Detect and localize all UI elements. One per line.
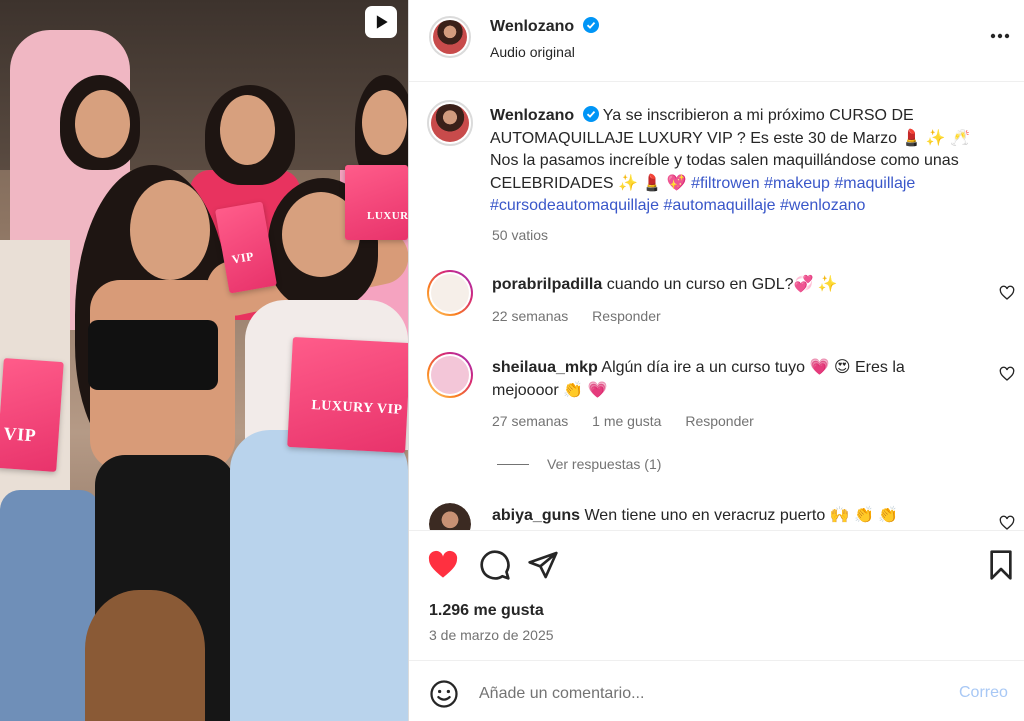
certificate-4: VIP: [0, 358, 64, 472]
face-3: [362, 90, 407, 155]
hashtag-link[interactable]: #wenlozano: [780, 197, 865, 214]
face-main: [130, 180, 210, 280]
hashtag-link[interactable]: #cursodeautomaquillaje: [490, 197, 659, 214]
author-avatar[interactable]: [429, 16, 471, 58]
bookmark-icon[interactable]: [985, 549, 1017, 581]
comment-input[interactable]: [479, 681, 939, 707]
play-icon: [376, 15, 388, 29]
comment-likes[interactable]: 1 me gusta: [592, 413, 661, 429]
comment-text: Wen tiene uno en veracruz puerto 🙌 👏 👏: [584, 507, 899, 524]
caption-username[interactable]: Wenlozano: [490, 107, 574, 124]
certificate-1-text: LUXURY: [367, 210, 408, 222]
post-actions: 1.296 me gusta 3 de marzo de 2025: [409, 530, 1024, 660]
post-date: 3 de marzo de 2025: [429, 627, 554, 643]
hashtag-link[interactable]: #maquillaje: [834, 175, 915, 192]
author-username[interactable]: Wenlozano: [490, 18, 574, 35]
hashtag-link[interactable]: #makeup: [764, 175, 830, 192]
certificate-4-text: VIP: [2, 423, 37, 446]
comment-body: porabrilpadilla cuando un curso en GDL?💞…: [492, 273, 972, 296]
comment-avatar[interactable]: [427, 270, 473, 316]
comment-avatar[interactable]: [429, 503, 471, 530]
verified-icon: [582, 17, 599, 33]
caption-timestamp: 50 vatios: [492, 227, 549, 243]
post-caption: Wenlozano Ya se inscribieron a mi próxim…: [490, 105, 1000, 218]
comment-avatar[interactable]: [427, 352, 473, 398]
hashtag-link[interactable]: #filtrowen: [691, 175, 759, 192]
author-row: Wenlozano: [490, 17, 599, 36]
comment-meta: 27 semanas 1 me gusta Responder: [492, 413, 774, 429]
comment-time: 22 semanas: [492, 308, 569, 324]
hashtag-link[interactable]: #automaquillaje: [663, 197, 775, 214]
certificate-1: LUXURY: [345, 165, 408, 240]
replies-divider: [497, 463, 529, 465]
emoji-icon[interactable]: [429, 679, 459, 709]
certificate-3: LUXURY VIP: [287, 336, 408, 454]
comment-username[interactable]: abiya_guns: [492, 507, 580, 524]
jeans-right: [230, 430, 408, 721]
likes-count[interactable]: 1.296 me gusta: [429, 602, 544, 620]
post-header: Wenlozano Audio original: [409, 0, 1024, 82]
share-icon[interactable]: [527, 549, 559, 581]
face-2: [220, 95, 275, 165]
audio-link[interactable]: Audio original: [490, 44, 575, 60]
verified-icon: [582, 106, 599, 122]
reel-icon[interactable]: [365, 6, 397, 38]
post-media[interactable]: LUXURY VIP LUXURY VIP VIP: [0, 0, 408, 721]
heart-icon[interactable]: [999, 366, 1015, 382]
heart-icon[interactable]: [999, 515, 1015, 530]
reply-button[interactable]: Responder: [592, 308, 661, 324]
view-replies-button[interactable]: Ver respuestas (1): [497, 456, 661, 472]
comment-icon[interactable]: [479, 549, 511, 581]
boot: [85, 590, 205, 721]
comment-time: 27 semanas: [492, 413, 569, 429]
caption-avatar[interactable]: [427, 100, 473, 146]
comment-username[interactable]: porabrilpadilla: [492, 276, 602, 293]
add-comment-bar: Correo: [409, 660, 1024, 721]
comment-username[interactable]: sheilaua_mkp: [492, 359, 598, 376]
more-options-button[interactable]: [985, 24, 1015, 48]
post-panel: Wenlozano Audio original Wenlozano Ya se…: [408, 0, 1024, 721]
comment-text: cuando un curso en GDL?💞 ✨: [606, 276, 838, 293]
comment-item: abiya_guns Wen tiene uno en veracruz pue…: [409, 500, 1024, 530]
comment-body: sheilaua_mkp Algún día ire a un curso tu…: [492, 356, 972, 402]
comment-body: abiya_guns Wen tiene uno en veracruz pue…: [492, 504, 972, 527]
heart-icon[interactable]: [427, 549, 459, 581]
view-replies-label: Ver respuestas (1): [547, 456, 662, 472]
certificate-2-text: VIP: [230, 248, 255, 267]
post-comment-button[interactable]: Correo: [959, 684, 1008, 702]
top-main: [88, 320, 218, 390]
face-1: [75, 90, 130, 158]
more-icon: [990, 33, 1010, 39]
comment-meta: 22 semanas Responder: [492, 308, 681, 324]
heart-icon[interactable]: [999, 285, 1015, 301]
reply-button[interactable]: Responder: [685, 413, 754, 429]
certificate-3-text: LUXURY VIP: [311, 398, 403, 418]
